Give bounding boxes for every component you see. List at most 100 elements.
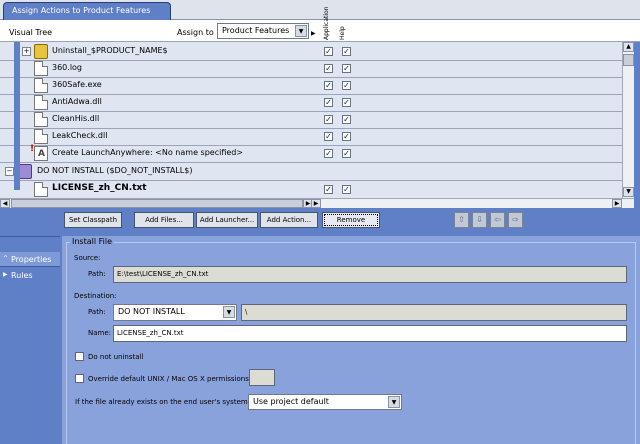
help-checkbox[interactable]: ✓ bbox=[342, 81, 351, 90]
group-title: Install File bbox=[70, 237, 115, 246]
name-label: Name: bbox=[88, 329, 112, 337]
tree-row[interactable]: LeakCheck.dll ✓ ✓ bbox=[0, 128, 622, 145]
collapse-icon[interactable]: − bbox=[5, 167, 14, 176]
tree-row[interactable]: ! A Create LaunchAnywhere: <No name speci… bbox=[0, 144, 622, 162]
application-checkbox[interactable]: ✓ bbox=[324, 115, 333, 124]
tree-row-label: LICENSE_zh_CN.txt bbox=[52, 183, 147, 193]
move-down-icon[interactable]: ⇩ bbox=[472, 212, 487, 228]
add-launcher-button[interactable]: Add Launcher... bbox=[196, 212, 258, 228]
override-permissions-label: Override default UNIX / Mac OS X permiss… bbox=[88, 375, 252, 383]
tree-row[interactable]: AntiAdwa.dll ✓ ✓ bbox=[0, 94, 622, 111]
application-checkbox[interactable]: ✓ bbox=[324, 98, 333, 107]
destination-suffix-field[interactable]: \ bbox=[241, 304, 627, 321]
folder-icon bbox=[18, 164, 32, 179]
application-checkbox[interactable]: ✓ bbox=[324, 81, 333, 90]
assign-to-value: Product Features bbox=[222, 26, 290, 35]
file-exists-select[interactable]: Use project default ▼ bbox=[248, 394, 402, 410]
chevron-down-icon: ▼ bbox=[295, 25, 307, 37]
destination-label: Destination: bbox=[74, 292, 117, 300]
move-right-icon[interactable]: ⇨ bbox=[508, 212, 523, 228]
tree-row-label: Uninstall_$PRODUCT_NAME$ bbox=[52, 46, 168, 55]
destination-path-value: DO NOT INSTALL bbox=[118, 307, 185, 316]
assign-to-select[interactable]: Product Features ▼ bbox=[217, 23, 309, 39]
tree-row[interactable]: 360Safe.exe ✓ ✓ bbox=[0, 77, 622, 94]
expand-arrow-icon: ^ bbox=[3, 255, 9, 262]
column-help: Help bbox=[339, 26, 346, 40]
tree-row-label: 360.log bbox=[52, 63, 83, 72]
application-checkbox[interactable]: ✓ bbox=[324, 149, 333, 158]
file-icon bbox=[34, 129, 48, 144]
tree-row-label: Create LaunchAnywhere: <No name specifie… bbox=[52, 148, 244, 157]
tree-header: Visual Tree Assign to ▶ bbox=[0, 20, 640, 42]
left-nav: ^ Properties ▶ Rules bbox=[0, 236, 60, 444]
help-checkbox[interactable]: ✓ bbox=[342, 149, 351, 158]
help-checkbox[interactable]: ✓ bbox=[342, 185, 351, 194]
chevron-down-icon: ▼ bbox=[223, 306, 235, 318]
file-icon bbox=[34, 182, 48, 197]
application-checkbox[interactable]: ✓ bbox=[324, 185, 333, 194]
application-checkbox[interactable]: ✓ bbox=[324, 64, 333, 73]
name-field[interactable]: LICENSE_zh_CN.txt bbox=[113, 325, 627, 342]
application-checkbox[interactable]: ✓ bbox=[324, 47, 333, 56]
add-files-button[interactable]: Add Files... bbox=[134, 212, 194, 228]
application-checkbox[interactable]: ✓ bbox=[324, 132, 333, 141]
launcher-icon: ! A bbox=[30, 144, 48, 161]
tree-row[interactable]: 360.log ✓ ✓ bbox=[0, 60, 622, 77]
move-left-icon[interactable]: ⇦ bbox=[490, 212, 505, 228]
tree-row-label: LeakCheck.dll bbox=[52, 131, 108, 140]
tree-row-label: DO NOT INSTALL ($DO_NOT_INSTALL$) bbox=[37, 166, 193, 175]
file-exists-value: Use project default bbox=[253, 397, 329, 406]
help-checkbox[interactable]: ✓ bbox=[342, 47, 351, 56]
scroll-thumb[interactable] bbox=[11, 199, 303, 208]
nav-item-rules[interactable]: ▶ Rules bbox=[0, 268, 60, 283]
do-not-uninstall-label: Do not uninstall bbox=[88, 353, 144, 361]
scroll-right-icon[interactable]: ▶ bbox=[612, 199, 622, 208]
destination-path-label: Path: bbox=[88, 308, 106, 316]
permissions-field[interactable] bbox=[249, 369, 275, 386]
override-permissions-checkbox[interactable] bbox=[75, 374, 84, 383]
vertical-scrollbar[interactable]: ▲ ▼ bbox=[622, 42, 634, 198]
destination-path-select[interactable]: DO NOT INSTALL ▼ bbox=[113, 304, 237, 321]
tree-guide-line bbox=[14, 42, 20, 190]
file-icon bbox=[34, 61, 48, 76]
folder-icon bbox=[34, 44, 48, 59]
tab-label: Assign Actions to Product Features bbox=[12, 6, 151, 15]
source-path-label: Path: bbox=[88, 270, 106, 278]
scroll-thumb[interactable] bbox=[623, 54, 634, 66]
do-not-uninstall-checkbox[interactable] bbox=[75, 352, 84, 361]
source-path-field[interactable]: E:\test\LICENSE_zh_CN.txt bbox=[113, 266, 627, 283]
file-icon bbox=[34, 78, 48, 93]
nav-item-properties[interactable]: ^ Properties bbox=[0, 252, 60, 267]
scroll-up-icon[interactable]: ▲ bbox=[623, 42, 634, 52]
tree-row[interactable]: CleanHis.dll ✓ ✓ bbox=[0, 111, 622, 128]
tree-row[interactable]: + Uninstall_$PRODUCT_NAME$ ✓ ✓ bbox=[0, 43, 622, 60]
remove-button[interactable]: Remove bbox=[322, 212, 380, 228]
help-checkbox[interactable]: ✓ bbox=[342, 64, 351, 73]
file-icon bbox=[34, 95, 48, 110]
tree-row[interactable]: − DO NOT INSTALL ($DO_NOT_INSTALL$) bbox=[0, 163, 622, 180]
visual-tree-label: Visual Tree bbox=[9, 28, 53, 37]
help-checkbox[interactable]: ✓ bbox=[342, 132, 351, 141]
play-arrow-icon: ▶ bbox=[311, 30, 316, 37]
tree-row-label: CleanHis.dll bbox=[52, 114, 100, 123]
scroll-down-icon[interactable]: ▼ bbox=[623, 187, 634, 197]
scroll-right-icon[interactable]: ▶ bbox=[311, 199, 321, 208]
tab-assign-actions[interactable]: Assign Actions to Product Features bbox=[3, 2, 171, 20]
tree-row[interactable]: LICENSE_zh_CN.txt ✓ ✓ bbox=[0, 181, 622, 198]
visual-tree: + Uninstall_$PRODUCT_NAME$ ✓ ✓ 360.log ✓… bbox=[0, 42, 622, 198]
horizontal-scrollbar[interactable]: ◀ ▶ ▶ ▶ bbox=[0, 198, 634, 208]
help-checkbox[interactable]: ✓ bbox=[342, 98, 351, 107]
tree-row-label: 360Safe.exe bbox=[52, 80, 102, 89]
set-classpath-button[interactable]: Set Classpath bbox=[64, 212, 122, 228]
file-icon bbox=[34, 112, 48, 127]
scroll-left-icon[interactable]: ◀ bbox=[0, 199, 10, 208]
help-checkbox[interactable]: ✓ bbox=[342, 115, 351, 124]
add-action-button[interactable]: Add Action... bbox=[260, 212, 318, 228]
column-application: Application bbox=[323, 6, 330, 40]
file-exists-label: If the file already exists on the end us… bbox=[75, 398, 251, 406]
expand-icon[interactable]: + bbox=[22, 47, 31, 56]
tree-row-label: AntiAdwa.dll bbox=[52, 97, 102, 106]
nav-item-label: Rules bbox=[11, 271, 33, 280]
chevron-down-icon: ▼ bbox=[388, 396, 400, 408]
move-up-icon[interactable]: ⇧ bbox=[454, 212, 469, 228]
